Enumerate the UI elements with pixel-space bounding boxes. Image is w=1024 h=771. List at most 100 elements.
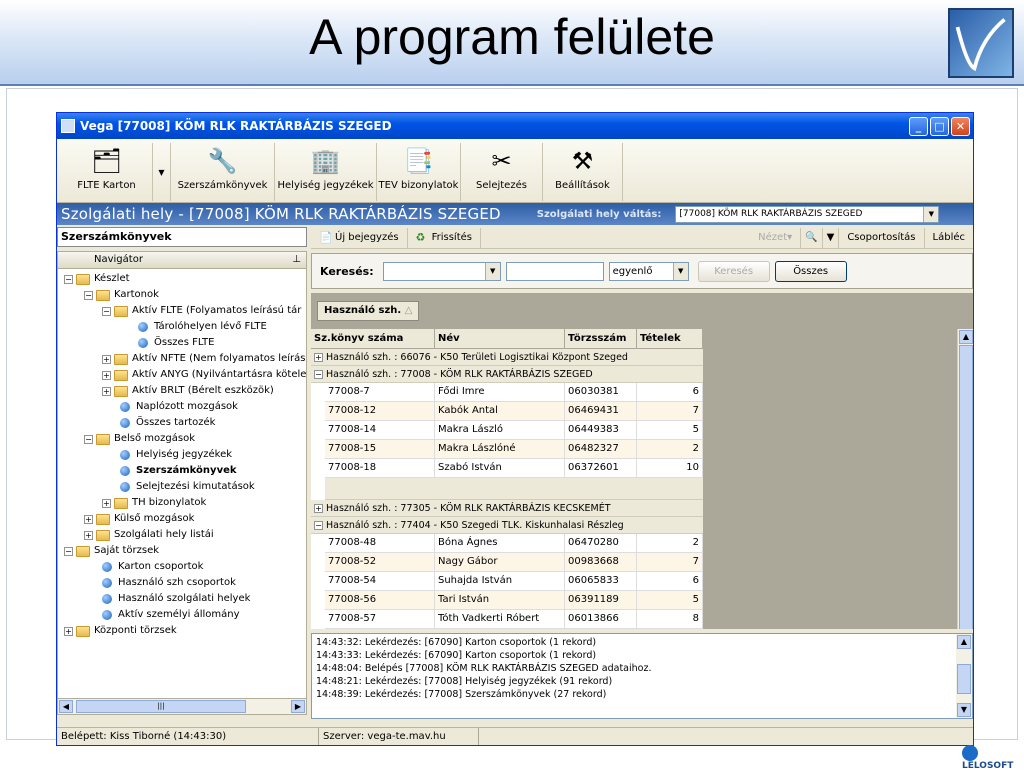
tree-node-kozponti-torzsek[interactable]: + Központi törzsek	[64, 623, 177, 639]
table-row[interactable]: 77008-48 Bóna Ágnes 06470280 2	[325, 534, 703, 553]
expand-icon[interactable]: +	[84, 514, 93, 524]
toolbar-beallitasok-button[interactable]: ⚒ Beállítások	[543, 143, 623, 201]
tree-node-keszlet[interactable]: − Készlet	[64, 271, 130, 287]
filter-icon[interactable]: ▼	[823, 227, 840, 248]
collapse-icon[interactable]: −	[64, 274, 73, 284]
new-entry-button[interactable]: 📄 Új bejegyzés	[311, 227, 408, 248]
scroll-left-icon[interactable]: ◀	[59, 700, 73, 713]
minimize-button[interactable]: _	[909, 116, 928, 136]
show-all-button[interactable]: Összes	[774, 260, 847, 282]
table-row[interactable]: 77008-7 Fődi Imre 06030381 6	[325, 383, 703, 402]
group-row[interactable]: + Használó szh. : 66076 - K50 Területi Lo…	[311, 349, 703, 366]
table-row[interactable]: 77008-56 Tari István 06391189 5	[325, 591, 703, 610]
expand-icon[interactable]: +	[102, 498, 111, 508]
toolbar-helyiseg-button[interactable]: 🏢 Helyiség jegyzékek	[275, 143, 377, 201]
scroll-down-icon[interactable]: ▼	[957, 703, 971, 717]
column-header[interactable]: Sz.könyv száma	[311, 329, 435, 348]
toolbar-szerszamkonyvek-button[interactable]: 🔧 Szerszámkönyvek	[171, 143, 275, 201]
table-row[interactable]: 77008-18 Szabó István 06372601 10	[325, 459, 703, 478]
expand-icon[interactable]: +	[102, 386, 111, 396]
maximize-button[interactable]: □	[930, 116, 949, 136]
table-row[interactable]: 77008-15 Makra Lászlóné 06482327 2	[325, 440, 703, 459]
tree-node-osszes-tartozek[interactable]: Összes tartozék	[120, 415, 215, 431]
close-button[interactable]: ✕	[951, 116, 970, 136]
toolbar-flte-karton-button[interactable]: 🗂 FLTE Karton	[61, 143, 153, 201]
toolbar-tev-button[interactable]: 📑 TEV bizonylatok	[377, 143, 461, 201]
tree-node-osszes-flte[interactable]: Összes FLTE	[138, 335, 214, 351]
tree-node-kulso-mozgasok[interactable]: + Külső mozgások	[84, 511, 194, 527]
chevron-down-icon[interactable]: ▼	[672, 262, 688, 280]
tree-node-hasznalo-szh[interactable]: Használó szh csoportok	[102, 575, 236, 591]
view-button[interactable]: Nézet ▾	[750, 227, 802, 248]
tree-node-sajat-torzsek[interactable]: − Saját törzsek	[64, 543, 159, 559]
scroll-up-icon[interactable]: ▲	[957, 635, 971, 649]
expand-icon[interactable]: +	[314, 503, 323, 513]
tree-node-th-bizonylatok[interactable]: + TH bizonylatok	[102, 495, 206, 511]
table-row[interactable]: 77008-57 Tóth Vadkerti Róbert 06013866 8	[325, 610, 703, 629]
table-row[interactable]: 77008-12 Kabók Antal 06469431 7	[325, 402, 703, 421]
search-input[interactable]	[505, 261, 604, 281]
footer-button[interactable]: Lábléc	[925, 228, 973, 248]
expand-icon[interactable]: +	[102, 370, 111, 380]
search-field-select[interactable]: ▼	[382, 261, 501, 281]
table-cell: 06065833	[565, 572, 637, 590]
window-titlebar[interactable]: Vega [77008] KÖM RLK RAKTÁRBÁZIS SZEGED …	[57, 113, 973, 139]
chevron-down-icon[interactable]: ▼	[484, 262, 500, 280]
folder-icon	[76, 545, 90, 557]
tree-node-szerszamkonyvek[interactable]: Szerszámkönyvek	[120, 463, 237, 479]
tree-node-selejtezesi[interactable]: Selejtezési kimutatások	[120, 479, 255, 495]
tree-node-belso-mozgasok[interactable]: − Belső mozgások	[84, 431, 195, 447]
column-header[interactable]: Név	[435, 329, 565, 348]
expand-icon[interactable]: +	[314, 352, 323, 362]
log-scrollbar[interactable]: ▲ ▼	[956, 634, 972, 718]
search-button[interactable]: Keresés	[697, 260, 770, 282]
tree-node-tarolohelyen[interactable]: Tárolóhelyen lévő FLTE	[138, 319, 267, 335]
table-row[interactable]: 77008-14 Makra László 06449383 5	[325, 421, 703, 440]
collapse-icon[interactable]: −	[314, 369, 323, 379]
chevron-down-icon[interactable]: ▼	[923, 206, 939, 222]
status-server: Szerver: vega-te.mav.hu	[319, 728, 479, 745]
scroll-thumb[interactable]: |||	[76, 700, 246, 713]
tree-node-szolgalati-listai[interactable]: + Szolgálati hely listái	[84, 527, 214, 543]
expand-icon[interactable]: +	[102, 354, 111, 364]
tree-node-hasznalo-helyek[interactable]: Használó szolgálati helyek	[102, 591, 250, 607]
expand-icon[interactable]: +	[64, 626, 73, 636]
column-header[interactable]: Tételek	[637, 329, 703, 348]
collapse-icon[interactable]: −	[314, 520, 323, 530]
location-select[interactable]: [77008] KÖM RLK RAKTÁRBÁZIS SZEGED ▼	[675, 205, 940, 223]
tree-node-aktiv-nfte[interactable]: + Aktív NFTE (Nem folyamatos leírás	[102, 351, 305, 367]
tree-node-aktiv-anyg[interactable]: + Aktív ANYG (Nyilvántartásra kötele	[102, 367, 306, 383]
search-mode-select[interactable]: egyenlő ▼	[608, 261, 689, 281]
tree-horizontal-scrollbar[interactable]: ◀ ||| ▶	[57, 699, 307, 715]
collapse-icon[interactable]: −	[84, 434, 93, 444]
tree-node-aktiv-brlt[interactable]: + Aktív BRLT (Bérelt eszközök)	[102, 383, 274, 399]
toolbar-dropdown-button[interactable]: ▼	[153, 143, 171, 201]
toolbar-selejtezes-button[interactable]: ✂ Selejtezés	[461, 143, 543, 201]
pin-icon[interactable]: ⊥	[292, 252, 301, 268]
scroll-thumb[interactable]	[959, 345, 973, 629]
collapse-icon[interactable]: −	[64, 546, 73, 556]
tree-node-karton-csoportok[interactable]: Karton csoportok	[102, 559, 203, 575]
search-icon[interactable]: 🔍	[801, 227, 823, 248]
column-header[interactable]: Törzsszám	[565, 329, 637, 348]
group-row[interactable]: − Használó szh. : 77008 - KÖM RLK RAKTÁRB…	[311, 366, 703, 383]
table-row[interactable]: 77008-52 Nagy Gábor 00983668 7	[325, 553, 703, 572]
expand-icon[interactable]: +	[84, 530, 93, 540]
tree-node-kartonok[interactable]: − Kartonok	[84, 287, 159, 303]
tree-node-aktiv-flte[interactable]: − Aktív FLTE (Folyamatos leírású tár	[102, 303, 301, 319]
group-row[interactable]: + Használó szh. : 77305 - KÖM RLK RAKTÁRB…	[311, 500, 703, 517]
collapse-icon[interactable]: −	[102, 306, 111, 316]
tree-node-naplozott[interactable]: Naplózott mozgások	[120, 399, 238, 415]
refresh-button[interactable]: ♻ Frissítés	[408, 227, 481, 248]
tree-node-aktiv-szemelyi[interactable]: Aktív személyi állomány	[102, 607, 240, 623]
table-row[interactable]: 77008-54 Suhajda István 06065833 6	[325, 572, 703, 591]
grouping-button[interactable]: Csoportosítás	[839, 227, 925, 248]
group-chip[interactable]: Használó szh. △	[317, 301, 420, 321]
scroll-up-icon[interactable]: ▲	[959, 330, 973, 344]
collapse-icon[interactable]: −	[84, 290, 93, 300]
grid-vertical-scrollbar[interactable]: ▲	[957, 329, 973, 629]
scroll-right-icon[interactable]: ▶	[291, 700, 305, 713]
scroll-thumb[interactable]	[957, 664, 971, 694]
tree-node-helyiseg[interactable]: Helyiség jegyzékek	[120, 447, 232, 463]
group-row[interactable]: − Használó szh. : 77404 - K50 Szegedi TLK…	[311, 517, 703, 534]
